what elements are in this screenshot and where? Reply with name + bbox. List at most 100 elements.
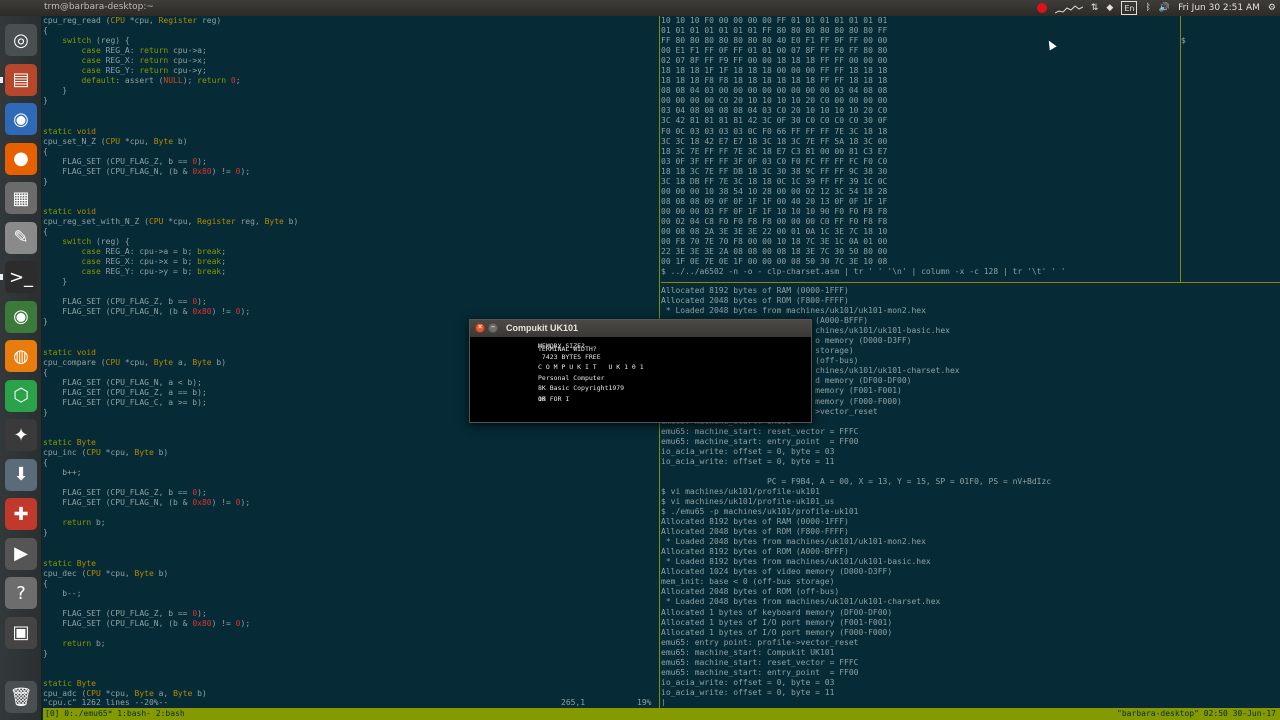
file-info: "cpu.c" 1262 lines --20%--	[43, 698, 169, 707]
pane-separator	[661, 282, 1280, 283]
log-line: Allocated 1 bytes of keyboard memory (DF…	[661, 607, 893, 617]
emulator-overlay-text: TERMINAL WIDTH?	[538, 345, 597, 353]
window-title: trm@barbara-desktop:~	[44, 2, 154, 12]
help-icon[interactable]: ?	[5, 577, 37, 609]
code-line: static void	[43, 126, 96, 136]
keyboard-layout-indicator[interactable]: En	[1121, 1, 1138, 15]
scroll-percent: 19%	[637, 698, 652, 707]
tmux-window-list[interactable]: [0] 0:./emu65* 1:bash- 2:bash	[45, 709, 185, 718]
close-button[interactable]: ×	[475, 323, 485, 333]
hex-output-pane[interactable]: 10 10 10 F0 00 00 00 00 FF 01 01 01 01 0…	[661, 16, 1179, 280]
code-line: static void	[43, 206, 96, 216]
text-editor-icon[interactable]: ✎	[5, 221, 37, 254]
installer-icon[interactable]: ⬇	[5, 458, 37, 491]
cursor-position: 265,1	[561, 698, 586, 707]
log-line: PC = F9B4, A = 00, X = 13, Y = 15, SP = …	[661, 476, 1052, 486]
dropbox-icon[interactable]: ◆	[1106, 1, 1113, 15]
log-line: $ vi machines/uk101/profile-uk101_us	[661, 496, 835, 506]
vim-status-line: "cpu.c" 1262 lines --20%-- 265,1 19%	[43, 698, 658, 708]
emulator-screen-line: 8K Basic Copyright1979	[538, 384, 625, 392]
trash-icon[interactable]: 🗑	[5, 681, 37, 713]
hex-line: 18 18 18 1F 1F 18 18 18 00 00 00 FF FF 1…	[661, 66, 888, 76]
code-line: {	[43, 26, 48, 36]
bluetooth-icon[interactable]: ᛒ	[1145, 1, 1150, 15]
side-shell-pane[interactable]: $	[1181, 16, 1280, 280]
inkscape-icon[interactable]: ✦	[5, 419, 37, 451]
code-line: static Byte	[43, 558, 96, 568]
code-line: return b;	[62, 518, 106, 528]
tmux-status-bar: [0] 0:./emu65* 1:bash- 2:bash "barbara-d…	[43, 708, 1280, 720]
hex-line: 03 0F 3F FF FF 3F 0F 03 C0 F0 FC FF FF F…	[661, 156, 888, 166]
running-indicator	[0, 274, 3, 280]
log-line: emu65: machine_start: entry_point = FF00	[661, 436, 859, 446]
chrome-icon[interactable]: ◉	[5, 300, 37, 333]
code-line: case REG_A: return cpu->a;	[81, 46, 207, 56]
hex-line: 18 18 18 F8 F8 18 18 18 18 18 18 FF FF 1…	[661, 76, 888, 86]
code-line: b++;	[43, 468, 82, 478]
hex-line: 3C 3C 18 42 E7 E7 18 3C 18 3C 7E FF 5A 1…	[661, 136, 888, 146]
log-line: Allocated 2048 bytes of ROM (F800-FFFF)	[661, 296, 849, 306]
code-line: cpu_dec (CPU *cpu, Byte b)	[43, 568, 169, 578]
emulator-titlebar[interactable]: × – Compukit UK101	[470, 320, 811, 337]
log-line: emu65: machine_start: entry_point = FF00	[661, 667, 859, 677]
firefox-icon[interactable]: ●	[5, 142, 37, 175]
workspace-icon[interactable]: ▣	[5, 616, 37, 649]
code-line: cpu_reg_set_with_N_Z (CPU *cpu, Register…	[43, 216, 299, 226]
code-line: }	[43, 96, 48, 106]
hex-line: 00 E1 F1 FF 0F FF 01 01 00 07 8F FF F0 F…	[661, 46, 888, 56]
clock[interactable]: Fri Jun 30 2:51 AM	[1178, 1, 1260, 15]
system-monitor-icon[interactable]	[1054, 1, 1083, 15]
network-icon[interactable]: ⇅	[1091, 1, 1099, 15]
record-indicator-icon[interactable]	[1036, 1, 1047, 15]
code-line: FLAG_SET (CPU_FLAG_N, (b & 0x80) != 0);	[43, 166, 251, 176]
files-icon[interactable]: ▤	[5, 63, 37, 96]
log-line: emu65: machine_start: reset_vector = FFF…	[661, 426, 859, 436]
power-gear-icon[interactable]: ⚙	[1268, 1, 1276, 15]
code-line: return b;	[62, 638, 106, 648]
hex-line: F0 0C 03 03 03 03 0C F0 66 FF FF FF 7E 3…	[661, 126, 888, 136]
log-line: Allocated 8192 bytes of ROM (A000-BFFF)	[661, 547, 849, 557]
terminal-icon[interactable]: >_	[5, 261, 37, 293]
code-line: {	[43, 458, 48, 468]
code-line: case REG_Y: cpu->y = b; break;	[81, 267, 227, 277]
code-line: {	[43, 578, 48, 588]
tmux-host-clock: "barbara-desktop" 02:50 30-Jun-17	[1117, 709, 1276, 718]
video-editor-icon[interactable]: ▶	[5, 537, 37, 570]
code-line: case REG_A: cpu->a = b; break;	[81, 247, 227, 257]
code-line: b--;	[43, 588, 82, 598]
emulator-window[interactable]: × – Compukit UK101 MEMORY SIZE? 7423 BYT…	[469, 319, 812, 423]
chromium-icon[interactable]: ◉	[5, 103, 37, 135]
hex-line: 02 07 8F FF F9 FF 00 00 18 18 18 FF FF 0…	[661, 56, 888, 66]
app-green-icon[interactable]: ⬡	[5, 379, 37, 412]
code-line: {	[43, 146, 48, 156]
code-line: cpu_set_N_Z (CPU *cpu, Byte b)	[43, 136, 188, 146]
volume-icon[interactable]: 🔊	[1159, 1, 1170, 15]
code-line: FLAG_SET (CPU_FLAG_Z, b == 0);	[43, 488, 207, 498]
hex-line: 00 00 00 03 FF 0F 1F 1F 10 10 10 90 F0 F…	[661, 206, 888, 216]
code-line: }	[43, 86, 68, 96]
hex-line: 22 3E 3E 3E 2A 08 08 00 08 18 3E 7C 30 5…	[661, 247, 888, 257]
hex-line: 18 18 3C 7E FF DB 18 3C 30 38 9C FF FF 9…	[661, 166, 888, 176]
code-line: static Byte	[43, 437, 96, 447]
log-line: io_acia_write: offset = 0, byte = 11	[661, 687, 835, 697]
log-line: * Loaded 8192 bytes from machines/uk101/…	[661, 557, 931, 567]
emulator-title: Compukit UK101	[506, 323, 579, 333]
calculator-icon[interactable]: ▦	[5, 182, 37, 214]
dash-icon[interactable]: ◎	[5, 24, 37, 56]
blender-icon[interactable]: ◍	[5, 340, 37, 372]
log-line: Allocated 2048 bytes of ROM (off-bus)	[661, 587, 840, 597]
settings-tools-icon[interactable]: ✚	[5, 498, 37, 530]
code-line: static Byte	[43, 679, 96, 689]
log-line: Allocated 8192 bytes of RAM (0000-1FFF)	[661, 286, 849, 295]
system-tray: ⇅ ◆ En ᛒ 🔊 Fri Jun 30 2:51 AM ⚙	[1036, 0, 1280, 16]
minimize-button[interactable]: –	[488, 323, 498, 333]
